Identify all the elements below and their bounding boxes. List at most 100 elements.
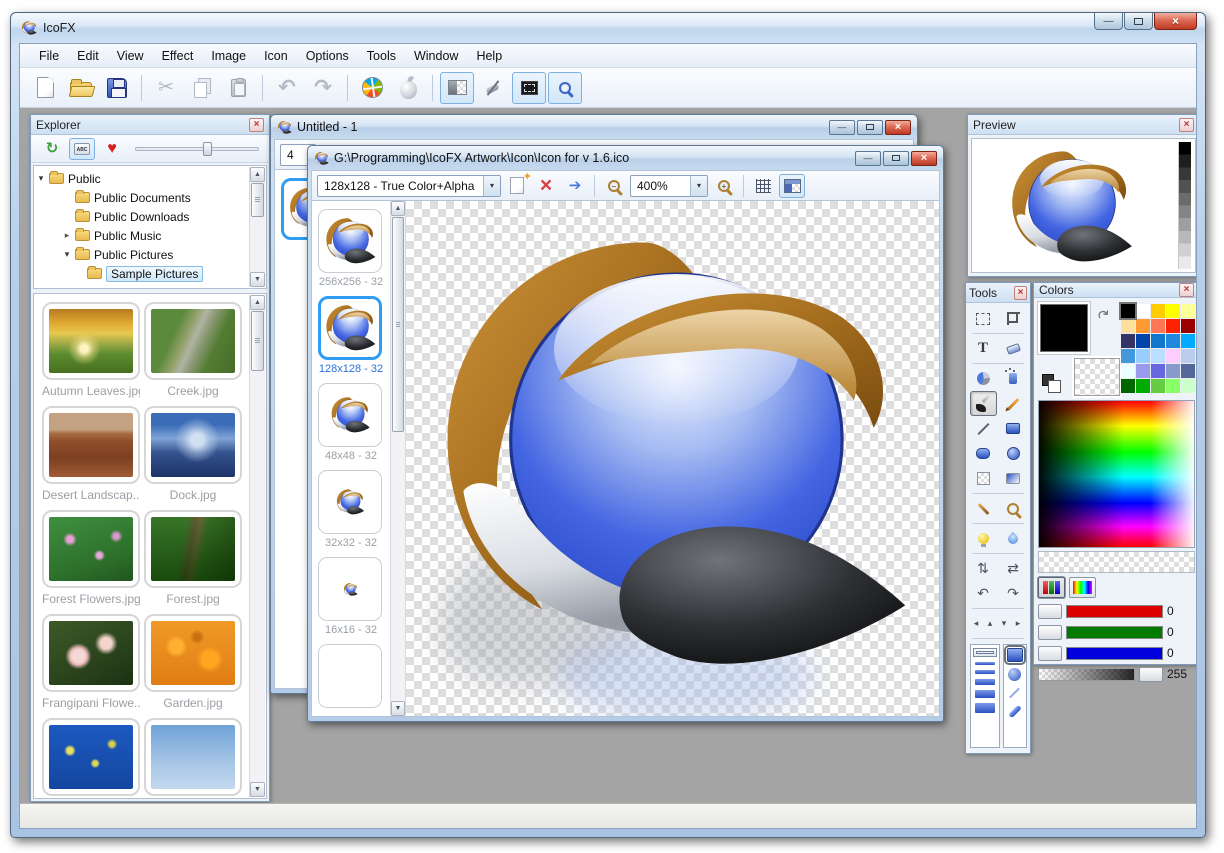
minimize-button[interactable]: — — [829, 120, 855, 135]
palette-color[interactable] — [1166, 334, 1180, 348]
maximize-button[interactable] — [883, 151, 909, 166]
close-button[interactable]: × — [911, 151, 937, 166]
app-titlebar[interactable]: IcoFX — × — [11, 13, 1205, 43]
palette-color[interactable] — [1151, 379, 1165, 393]
size-item-128-selected[interactable]: 128x128 - 32 — [318, 296, 384, 375]
expander-icon[interactable]: ▾ — [34, 173, 48, 184]
scroll-down-icon[interactable]: ▼ — [250, 272, 265, 287]
tool-eraser[interactable] — [1000, 336, 1027, 361]
expander-icon[interactable]: ▸ — [60, 230, 74, 241]
size-item-256[interactable]: 256x256 - 32 — [318, 209, 384, 288]
cut-button[interactable] — [149, 72, 183, 104]
line-width-3[interactable] — [975, 670, 995, 674]
alpha-slider[interactable]: 255 — [1038, 666, 1195, 682]
size-item-48[interactable]: 48x48 - 32 — [318, 383, 384, 462]
explorer-close-button[interactable]: × — [249, 118, 264, 132]
red-slider-thumb[interactable] — [1038, 604, 1062, 619]
nudge-down-button[interactable]: ▾ — [998, 611, 1012, 636]
tree-item-sample-pictures[interactable]: Sample Pictures — [34, 264, 266, 283]
tool-rectangle[interactable] — [1000, 416, 1027, 441]
palette-color[interactable] — [1166, 349, 1180, 363]
tool-color-picker[interactable] — [970, 496, 997, 521]
maximize-button[interactable] — [1124, 13, 1153, 30]
file-forest[interactable]: Forest.jpg — [144, 510, 242, 606]
palette-color[interactable] — [1181, 319, 1195, 333]
palette-color[interactable] — [1136, 364, 1150, 378]
line-width-2[interactable] — [975, 662, 995, 665]
redo-button[interactable] — [306, 72, 340, 104]
open-button[interactable] — [64, 72, 98, 104]
tool-pencil[interactable] — [1000, 391, 1027, 416]
palette-color[interactable] — [1181, 364, 1195, 378]
export-image-button[interactable] — [562, 174, 588, 198]
swap-colors-icon[interactable]: ↷ — [1094, 304, 1115, 326]
ico-titlebar[interactable]: G:\Programming\IcoFX Artwork\Icon\Icon f… — [308, 146, 943, 170]
palette-color[interactable] — [1121, 334, 1135, 348]
palette-color[interactable] — [1121, 319, 1135, 333]
colors-panel-titlebar[interactable]: Colors × — [1034, 283, 1196, 298]
selection-tools-toggle[interactable] — [512, 72, 546, 104]
tree-item-public[interactable]: ▾ Public — [34, 169, 266, 188]
palette-color[interactable] — [1151, 304, 1165, 318]
foreground-color-swatch[interactable] — [1040, 304, 1088, 352]
palette-color[interactable] — [1136, 349, 1150, 363]
preview-panel-titlebar[interactable]: Preview × — [968, 115, 1196, 135]
menu-options[interactable]: Options — [297, 46, 358, 66]
default-colors-icon[interactable] — [1042, 374, 1054, 386]
tree-item-public-downloads[interactable]: Public Downloads — [34, 207, 266, 226]
tool-ellipse[interactable] — [1000, 441, 1027, 466]
red-slider-track[interactable] — [1066, 605, 1163, 618]
hsv-gradient-picker[interactable] — [1038, 400, 1195, 548]
palette-color[interactable] — [1121, 379, 1135, 393]
menu-window[interactable]: Window — [405, 46, 467, 66]
scroll-down-icon[interactable]: ▼ — [391, 701, 405, 716]
size-item-32[interactable]: 32x32 - 32 — [318, 470, 384, 549]
thumbnail-size-slider[interactable] — [135, 142, 259, 156]
palette-color[interactable] — [1166, 304, 1180, 318]
alpha-slider-thumb[interactable] — [1139, 667, 1163, 682]
green-slider-track[interactable] — [1066, 626, 1163, 639]
alpha-strip[interactable] — [1038, 551, 1195, 573]
files-scrollbar[interactable]: ▲ ▼ — [249, 295, 265, 797]
palette-color[interactable] — [1151, 319, 1165, 333]
file-partial-1[interactable] — [42, 718, 140, 796]
file-forest-flowers[interactable]: Forest Flowers.jpg — [42, 510, 140, 606]
refresh-button[interactable] — [39, 138, 65, 160]
size-item-partial[interactable] — [318, 644, 384, 708]
tool-lighten[interactable] — [970, 526, 997, 551]
explorer-panel-titlebar[interactable]: Explorer × — [31, 115, 269, 135]
palette-color[interactable] — [1121, 364, 1135, 378]
line-width-1-selected[interactable] — [973, 648, 997, 657]
size-item-16[interactable]: 16x16 - 32 — [318, 557, 384, 636]
document-window-icofx-ico[interactable]: G:\Programming\IcoFX Artwork\Icon\Icon f… — [307, 145, 944, 722]
scroll-up-icon[interactable]: ▲ — [250, 167, 265, 182]
line-width-5[interactable] — [975, 690, 995, 698]
palette-color[interactable] — [1151, 349, 1165, 363]
tree-scrollbar[interactable]: ▲ ▼ — [249, 167, 265, 287]
file-frangipani[interactable]: Frangipani Flowe.. — [42, 614, 140, 710]
slider-thumb[interactable] — [203, 142, 212, 156]
file-partial-2[interactable] — [144, 718, 242, 796]
palette-color[interactable] — [1181, 304, 1195, 318]
add-image-button[interactable] — [504, 174, 530, 198]
tool-fill[interactable] — [970, 366, 997, 391]
scroll-thumb[interactable] — [251, 311, 264, 371]
file-desert-landscape[interactable]: Desert Landscap... — [42, 406, 140, 502]
tool-rotate-left[interactable]: ↶ — [970, 581, 997, 606]
palette-color[interactable] — [1136, 304, 1150, 318]
transparency-preview-toggle[interactable] — [440, 72, 474, 104]
palette-color[interactable] — [1121, 304, 1135, 318]
close-button[interactable]: × — [1154, 13, 1197, 30]
green-slider-thumb[interactable] — [1038, 625, 1062, 640]
zoom-in-button[interactable]: + — [711, 174, 737, 198]
tool-text[interactable]: T — [970, 336, 997, 361]
palette-color[interactable] — [1136, 379, 1150, 393]
menu-view[interactable]: View — [108, 46, 153, 66]
file-dock[interactable]: Dock.jpg — [144, 406, 242, 502]
format-combo[interactable]: 128x128 - True Color+Alpha ▾ — [317, 175, 501, 197]
scroll-up-icon[interactable]: ▲ — [250, 295, 265, 310]
tool-rotate-right[interactable]: ↷ — [1000, 581, 1027, 606]
menu-image[interactable]: Image — [202, 46, 255, 66]
zoom-combo[interactable]: 400% ▾ — [630, 175, 708, 197]
palette-color[interactable] — [1151, 364, 1165, 378]
